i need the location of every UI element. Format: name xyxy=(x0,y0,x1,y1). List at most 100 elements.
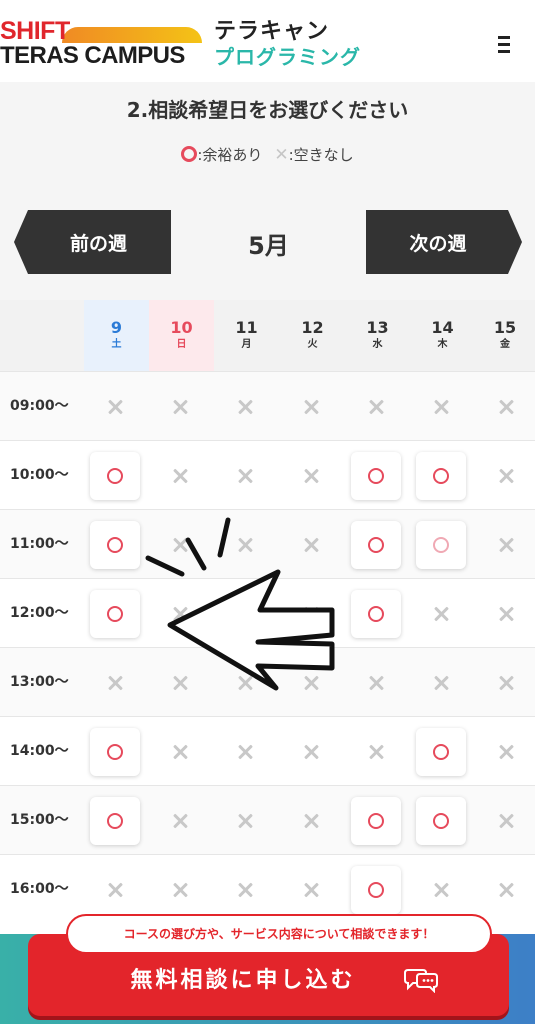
time-label: 10:00〜 xyxy=(10,467,69,483)
unavailable-slot xyxy=(155,866,205,914)
available-slot-button[interactable] xyxy=(351,521,401,569)
unavailable-cross-icon xyxy=(499,676,513,690)
unavailable-cross-icon xyxy=(173,469,187,483)
unavailable-cross-icon xyxy=(173,745,187,759)
unavailable-slot xyxy=(481,728,531,776)
unavailable-slot xyxy=(220,383,270,431)
unavailable-slot xyxy=(351,383,401,431)
time-slot-row: 09:00〜 xyxy=(0,371,535,440)
time-label: 11:00〜 xyxy=(10,536,69,552)
day-weekday: 火 xyxy=(307,339,318,350)
availability-legend: :余裕あり ✕:空きなし xyxy=(0,144,535,165)
available-slot-button[interactable] xyxy=(351,590,401,638)
unavailable-slot xyxy=(155,383,205,431)
unavailable-slot xyxy=(481,590,531,638)
available-circle-icon xyxy=(368,813,384,829)
available-slot-button[interactable] xyxy=(351,866,401,914)
cta-speech-bubble: コースの選び方や、サービス内容について相談できます！ xyxy=(66,914,492,954)
day-number: 9 xyxy=(110,318,123,337)
unavailable-cross-icon xyxy=(304,400,318,414)
unavailable-slot xyxy=(90,659,140,707)
unavailable-cross-icon xyxy=(173,883,187,897)
unavailable-slot xyxy=(155,659,205,707)
unavailable-cross-icon xyxy=(173,607,187,621)
time-label: 14:00〜 xyxy=(10,743,69,759)
unavailable-cross-icon xyxy=(369,745,383,759)
unavailable-cross-icon xyxy=(238,607,252,621)
available-circle-icon xyxy=(433,468,449,484)
available-slot-button[interactable] xyxy=(90,797,140,845)
unavailable-slot xyxy=(481,659,531,707)
unavailable-cross-icon xyxy=(304,607,318,621)
available-circle-icon xyxy=(181,146,198,162)
unavailable-cross-icon xyxy=(173,400,187,414)
unavailable-cross-icon xyxy=(304,469,318,483)
day-number: 14 xyxy=(431,318,454,337)
available-circle-icon xyxy=(107,468,123,484)
unavailable-cross-icon xyxy=(434,400,448,414)
time-slot-row: 10:00〜 xyxy=(0,440,535,509)
unavailable-cross-icon xyxy=(304,538,318,552)
unavailable-cross-icon xyxy=(238,469,252,483)
day-column-header: 10 日 xyxy=(149,300,214,371)
available-slot-button[interactable] xyxy=(416,521,466,569)
unavailable-cross-icon xyxy=(499,400,513,414)
unavailable-slot xyxy=(286,659,336,707)
unavailable-slot xyxy=(286,452,336,500)
day-column-header: 9土 xyxy=(84,300,149,371)
time-label: 12:00〜 xyxy=(10,605,69,621)
available-slot-button[interactable] xyxy=(90,728,140,776)
day-weekday: 水 xyxy=(372,339,383,350)
time-label: 16:00〜 xyxy=(10,881,69,897)
logo-shift-text: SHIFT xyxy=(0,17,70,45)
unavailable-cross-icon xyxy=(304,883,318,897)
logo-campus-text: TERAS CAMPUS xyxy=(0,42,185,69)
unavailable-cross-icon xyxy=(499,469,513,483)
available-slot-button[interactable] xyxy=(416,728,466,776)
unavailable-slot xyxy=(286,866,336,914)
time-label: 09:00〜 xyxy=(10,398,69,414)
unavailable-cross-icon xyxy=(304,745,318,759)
unavailable-cross-icon xyxy=(108,676,122,690)
unavailable-slot xyxy=(286,590,336,638)
available-circle-icon xyxy=(107,606,123,622)
unavailable-cross-icon xyxy=(499,883,513,897)
next-week-button[interactable]: 次の週 xyxy=(366,210,522,274)
time-slot-row: 14:00〜 xyxy=(0,716,535,785)
day-weekday: 月 xyxy=(241,339,252,350)
available-slot-button[interactable] xyxy=(351,452,401,500)
unavailable-cross-icon xyxy=(238,745,252,759)
available-slot-button[interactable] xyxy=(90,590,140,638)
available-slot-button[interactable] xyxy=(351,797,401,845)
day-column-header: 15 金 xyxy=(475,300,535,371)
day-number: 12 xyxy=(301,318,324,337)
available-slot-button[interactable] xyxy=(90,452,140,500)
day-column-header: 13 水 xyxy=(345,300,410,371)
unavailable-cross-icon xyxy=(499,814,513,828)
available-slot-button[interactable] xyxy=(416,797,466,845)
logo-swoosh xyxy=(62,27,202,43)
unavailable-slot xyxy=(155,521,205,569)
available-circle-icon xyxy=(433,744,449,760)
unavailable-slot xyxy=(286,521,336,569)
unavailable-slot xyxy=(220,728,270,776)
available-slot-button[interactable] xyxy=(416,452,466,500)
unavailable-slot xyxy=(90,383,140,431)
available-slot-button[interactable] xyxy=(90,521,140,569)
hamburger-menu-icon[interactable] xyxy=(494,34,516,56)
day-column-header: 12 火 xyxy=(280,300,345,371)
unavailable-cross-icon xyxy=(499,538,513,552)
legend-available-label: :余裕あり xyxy=(197,146,263,164)
chat-bubbles-icon xyxy=(404,969,438,993)
unavailable-slot xyxy=(155,797,205,845)
unavailable-slot xyxy=(481,797,531,845)
day-weekday: 木 xyxy=(437,339,448,350)
unavailable-cross-icon xyxy=(304,676,318,690)
available-circle-icon xyxy=(368,537,384,553)
unavailable-slot xyxy=(286,728,336,776)
available-circle-icon xyxy=(368,468,384,484)
unavailable-cross-icon xyxy=(173,676,187,690)
prev-week-button[interactable]: 前の週 xyxy=(14,210,171,274)
available-circle-icon xyxy=(107,537,123,553)
unavailable-slot xyxy=(220,659,270,707)
